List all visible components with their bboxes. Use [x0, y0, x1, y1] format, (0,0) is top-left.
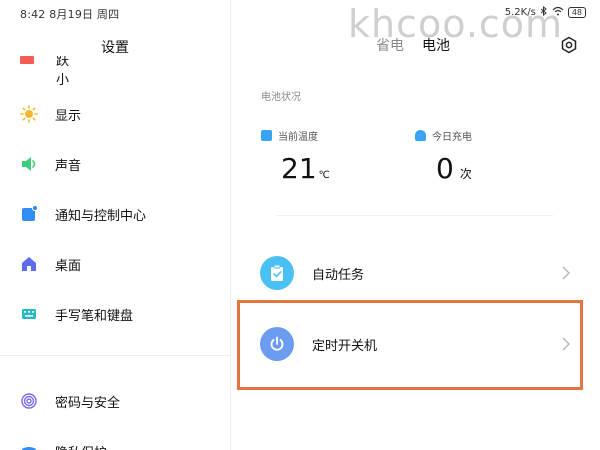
panel-divider	[230, 0, 231, 450]
status-date: 8月19日	[49, 8, 94, 21]
sidebar-item-desktop[interactable]: 桌面	[20, 252, 81, 276]
keyboard-icon	[20, 305, 38, 323]
metric-value-charges: 0次	[436, 152, 472, 185]
metric-value-temperature: 21 ℃	[281, 152, 330, 185]
tab-bar: 省电 电池	[376, 35, 450, 55]
metric-unit: ℃	[318, 170, 330, 181]
auto-tasks-label: 自动任务	[312, 267, 365, 283]
status-bar-left: 8:42 8月19日 周四	[20, 6, 119, 22]
sidebar-item-label: 手写笔和键盘	[55, 308, 134, 324]
thermometer-icon	[261, 130, 272, 141]
home-icon	[20, 255, 38, 273]
group-divider	[0, 355, 230, 356]
speaker-icon	[20, 155, 38, 173]
notification-icon	[20, 205, 38, 223]
highlight-box	[237, 300, 583, 390]
status-bar-right: 5.2K/s 48	[504, 5, 586, 19]
sidebar-item-label: 桌面	[55, 258, 82, 274]
metric-label-text: 当前温度	[278, 132, 318, 143]
sidebar-item-label: 显示	[55, 108, 82, 124]
gear-icon[interactable]	[560, 36, 578, 54]
auto-tasks-row[interactable]: 自动任务	[240, 243, 580, 303]
sidebar-item-label: 声音	[55, 158, 82, 174]
metric-value-number: 21	[281, 152, 317, 185]
sidebar-item-partial-top[interactable]: 跃小	[20, 56, 69, 88]
section-divider	[277, 215, 553, 216]
metric-label-temperature: 当前温度	[261, 128, 318, 143]
sidebar-item-label: 隐私保护	[55, 442, 107, 450]
sun-icon	[20, 105, 38, 123]
plug-icon	[415, 130, 426, 141]
metric-label-text: 今日充电	[432, 132, 472, 143]
partial-icon	[20, 56, 34, 64]
fingerprint-icon	[20, 392, 38, 410]
page-title: 设置	[101, 40, 129, 56]
chevron-right-icon	[562, 265, 570, 284]
sidebar-item-security[interactable]: 密码与安全	[20, 389, 120, 413]
section-label: 电池状况	[261, 92, 301, 103]
status-time: 8:42	[20, 8, 46, 21]
bluetooth-icon	[540, 5, 548, 19]
metric-unit: 次	[459, 167, 472, 181]
sidebar-item-label: 密码与安全	[55, 395, 121, 411]
sidebar-item-keyboard[interactable]: 手写笔和键盘	[20, 302, 133, 326]
privacy-icon	[20, 442, 38, 450]
tab-battery[interactable]: 电池	[422, 35, 450, 55]
clipboard-check-icon	[260, 256, 294, 290]
sidebar-item-notifications[interactable]: 通知与控制中心	[20, 202, 146, 226]
sidebar-item-label: 通知与控制中心	[55, 208, 147, 224]
wifi-icon	[552, 6, 564, 19]
metric-value-number: 0	[436, 152, 454, 185]
sidebar-item-sound[interactable]: 声音	[20, 152, 81, 176]
metric-label-charges: 今日充电	[415, 128, 472, 143]
battery-icon: 48	[567, 7, 586, 18]
net-speed: 5.2K/s	[504, 7, 536, 18]
status-weekday: 周四	[96, 8, 120, 21]
sidebar-item-display[interactable]: 显示	[20, 102, 81, 126]
settings-sidebar: 8:42 8月19日 周四 设置 跃小 显示 声音 通知与控制中心 桌面 手写笔…	[0, 0, 230, 450]
tab-power-saving[interactable]: 省电	[376, 35, 404, 55]
